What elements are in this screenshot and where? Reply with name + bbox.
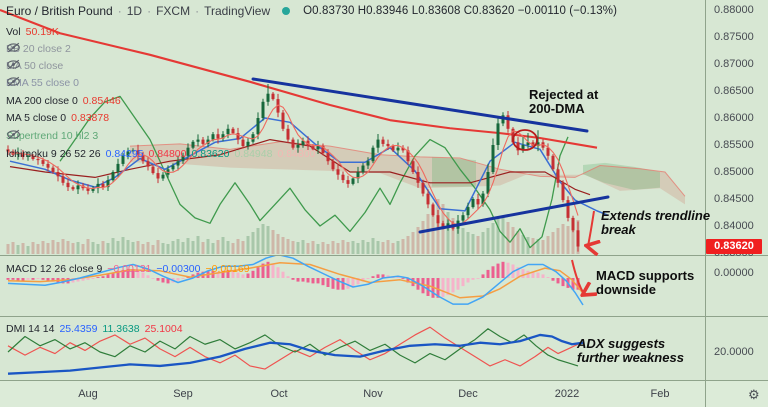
time-axis-label: Feb	[650, 388, 670, 400]
legend-row-ma-50-close[interactable]: MA 50 close	[6, 59, 63, 72]
indicator-label: MA 200 close 0	[6, 94, 78, 107]
tradingview-chart-window: Euro / British Pound · 1D · FXCM · TradingView…	[0, 0, 768, 407]
annotation-extends-trendline-break[interactable]: Extends trendline break	[601, 208, 711, 238]
indicator-value: 0.84800	[277, 147, 316, 160]
price-axis-label: 0.84500	[714, 193, 754, 205]
indicator-value: −0.00131	[107, 262, 152, 275]
indicator-label: MACD 12 26 close 9	[6, 262, 103, 275]
indicator-label: DMI 14 14	[6, 322, 55, 335]
indicator-label: Ichimoku 9 26 52 26	[6, 147, 101, 160]
annotation-macd-supports-downside[interactable]: MACD supports downside	[596, 268, 695, 298]
annotation-line: ADX suggests	[577, 336, 666, 351]
time-axis-label: Nov	[363, 388, 383, 400]
time-axis-label: Dec	[458, 388, 478, 400]
symbol-name: Euro / British Pound	[6, 3, 113, 18]
legend-row-ichimoku-9-26-52-26[interactable]: Ichimoku 9 26 52 26 0.84295 0.84800 0.83620…	[6, 147, 315, 160]
title-separator: ·	[195, 3, 200, 18]
eye-off-icon[interactable]	[6, 59, 21, 70]
annotation-line: Extends trendline	[601, 208, 711, 223]
eye-off-icon[interactable]	[6, 76, 21, 87]
price-axis-label: 0.86500	[714, 85, 754, 97]
indicator-label: Vol	[6, 25, 21, 38]
annotation-line: downside	[596, 282, 656, 298]
time-axis-label: Aug	[78, 388, 98, 400]
price-axis-label: 0.86000	[714, 112, 754, 124]
indicator-value: −0.00169	[205, 262, 250, 275]
exchange-name: FXCM	[156, 3, 191, 18]
annotation-line: further weakness	[577, 350, 684, 366]
price-axis-label: 0.84000	[714, 220, 754, 232]
indicator-value: 25.4359	[59, 322, 98, 335]
eye-off-icon[interactable]	[6, 129, 21, 140]
symbol-header[interactable]: Euro / British Pound · 1D · FXCM · TradingView…	[6, 3, 617, 18]
indicator-label: MA 5 close 0	[6, 111, 67, 124]
title-separator: ·	[117, 3, 122, 18]
annotation-line: Rejected at	[529, 87, 599, 102]
time-axis-label: Sep	[173, 388, 193, 400]
macd-legend-row[interactable]: MACD 12 26 close 9 −0.00131 −0.00300 −0.001…	[6, 262, 250, 275]
indicator-axis-label: 20.0000	[714, 346, 754, 358]
annotation-adx-further-weakness[interactable]: ADX suggests further weakness	[577, 336, 684, 366]
indicator-value: 25.1004	[144, 322, 183, 335]
last-price-label: 0.83620	[706, 239, 762, 254]
indicator-value: 0.84948	[234, 147, 273, 160]
legend-row-ma-200-close-0[interactable]: MA 200 close 0 0.85446	[6, 94, 121, 107]
price-axis-label: 0.88000	[714, 4, 754, 16]
indicator-value: 0.83620	[191, 147, 230, 160]
price-axis-label: 0.87000	[714, 58, 754, 70]
price-axis-label: 0.87500	[714, 31, 754, 43]
time-axis-label: Oct	[270, 388, 288, 400]
indicator-value: 0.85446	[82, 94, 121, 107]
indicator-value: 50.19K	[25, 25, 59, 38]
legend-row-vol[interactable]: Vol 50.19K	[6, 25, 59, 38]
annotation-line: break	[601, 222, 636, 238]
legend-row-ma-5-close-0[interactable]: MA 5 close 0 0.83878	[6, 111, 109, 124]
dmi-legend-row[interactable]: DMI 14 14 25.4359 11.3638 25.1004	[6, 322, 183, 335]
platform-name: TradingView	[204, 3, 271, 18]
annotation-line: MACD supports	[596, 268, 695, 283]
legend-row-ema-55-close-0[interactable]: EMA 55 close 0	[6, 76, 79, 89]
indicator-value: 0.84295	[105, 147, 144, 160]
price-axis-label: 0.85500	[714, 139, 754, 151]
interval-value: 1D	[126, 3, 143, 18]
price-axis-label: 0.85000	[714, 166, 754, 178]
indicator-value: 0.83878	[71, 111, 110, 124]
legend-row-bb-20-close-2[interactable]: BB 20 close 2	[6, 42, 71, 55]
indicator-value: 11.3638	[102, 322, 140, 335]
legend-row-supertrend-10-hl2-3[interactable]: Supertrend 10 hl2 3	[6, 129, 98, 142]
annotation-line: 200-DMA	[529, 101, 585, 117]
title-separator: ·	[147, 3, 152, 18]
time-axis-label: 2022	[554, 388, 580, 400]
indicator-axis-label: 0.00000	[714, 267, 754, 279]
axis-settings-gear-icon[interactable]: ⚙	[748, 387, 760, 403]
annotation-rejected-200dma[interactable]: Rejected at 200-DMA	[529, 87, 599, 117]
ohlc-values: O0.83730 H0.83946 L0.83608 C0.83620 −0.0…	[303, 4, 618, 17]
market-status-dot-icon	[282, 6, 291, 15]
indicator-value: −0.00300	[156, 262, 201, 275]
indicator-value: 0.84800	[148, 147, 187, 160]
eye-off-icon[interactable]	[6, 42, 21, 53]
